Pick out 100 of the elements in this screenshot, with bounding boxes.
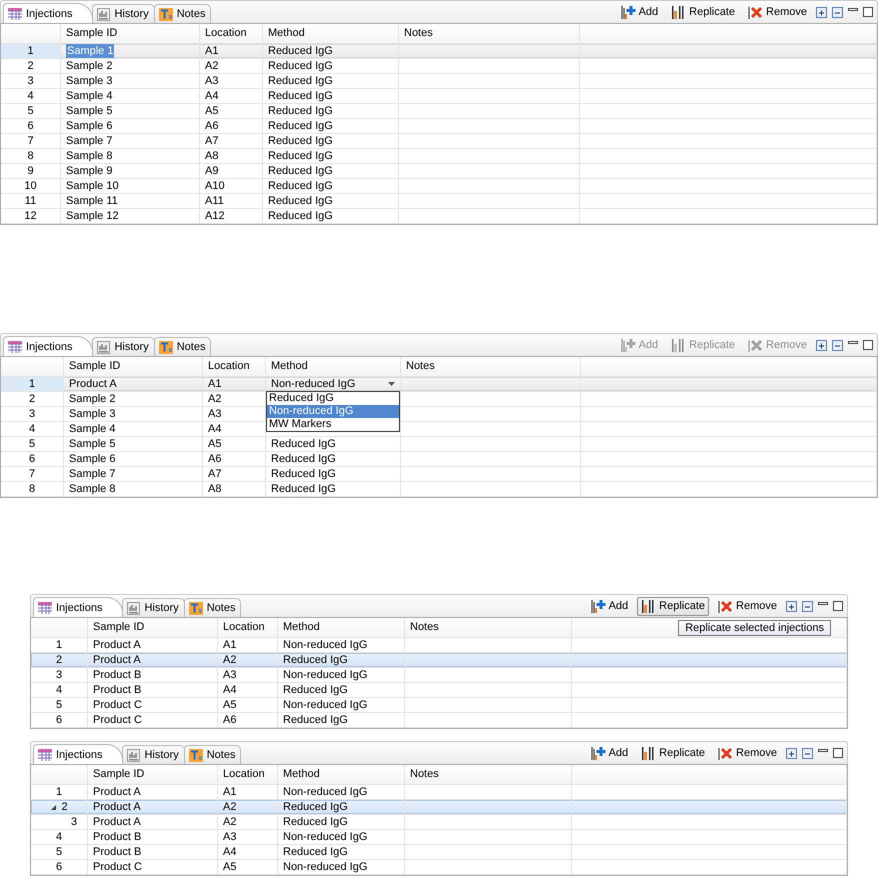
table-cell: Product B [93,830,142,844]
table-row[interactable]: 4 Product B A4 Reduced IgG [31,683,847,698]
table-row[interactable]: 9 Sample 9 A9 Reduced IgG [1,164,877,179]
maximize-icon[interactable] [863,7,873,17]
table-cell: Product A [93,815,141,829]
column-header[interactable]: Location [218,618,278,637]
table-row[interactable]: 4 Sample 4 A4 Reduced IgG [1,89,877,104]
tab[interactable]: History [92,337,155,356]
table-cell: Reduced IgG [283,845,348,859]
table-row[interactable]: 6 Sample 6 A6 Reduced IgG [1,119,877,134]
column-header[interactable]: Sample ID [88,618,218,637]
table-row[interactable]: 2 Product A A2 Reduced IgG [31,653,847,668]
table-row[interactable]: 1 Sample 1 A1 Reduced IgG [1,44,877,59]
table-cell: Sample 7 [66,134,112,148]
table-row[interactable]: 8 Sample 8 A8 Reduced IgG [1,149,877,164]
expand-all-icon[interactable] [816,6,827,18]
column-header[interactable]: Sample ID [64,357,203,376]
plus-icon [621,4,636,19]
table-row[interactable]: 6 Sample 6 A6 Reduced IgG [1,452,877,467]
tab[interactable]: History [92,4,155,23]
table-cell: A8 [208,482,222,496]
column-header[interactable]: Method [278,618,405,637]
column-header[interactable]: Method [266,357,401,376]
table-cell: Reduced IgG [283,815,348,829]
table-row[interactable]: 2 Sample 2 A2 Reduced IgG [1,59,877,74]
column-header[interactable]: Method [263,24,399,43]
add-button[interactable]: Add [586,744,632,762]
column-header[interactable]: Notes [399,24,580,43]
collapse-all-icon[interactable] [832,340,843,350]
add-button[interactable]: Add [616,2,662,22]
column-header[interactable]: Sample ID [61,24,200,43]
collapse-icon[interactable] [50,804,58,810]
row-number: 4 [27,89,34,103]
table-row[interactable]: 5 Product C A5 Non-reduced IgG [31,698,847,713]
expand-all-icon[interactable] [786,748,797,758]
collapse-all-icon[interactable] [802,600,813,612]
table-row[interactable]: 3 Product A A2 Reduced IgG [31,815,847,830]
table-cell: Product B [93,668,142,682]
table-row[interactable]: 6 Product C A6 Reduced IgG [31,713,847,728]
column-header[interactable]: Method [278,765,405,784]
table-cell: Sample 6 [69,452,116,466]
collapse-all-icon[interactable] [802,748,813,758]
bars-icon [672,6,684,18]
remove-button[interactable]: Remove [714,744,781,762]
remove-button[interactable]: Remove [714,596,781,616]
table-cell: A1 [223,785,236,799]
maximize-icon[interactable] [833,601,843,611]
table-row[interactable]: 10 Sample 10 A10 Reduced IgG [1,179,877,194]
table-row[interactable]: 2 Product A A2 Reduced IgG [31,800,847,815]
table-cell: Reduced IgG [268,44,333,58]
table-row[interactable]: 5 Product B A4 Reduced IgG [31,845,847,860]
column-header[interactable]: Notes [405,765,572,784]
maximize-icon[interactable] [833,748,843,758]
table-row[interactable]: 3 Sample 3 A3 Reduced IgG [1,74,877,89]
maximize-icon[interactable] [863,340,873,350]
table-row[interactable]: 3 Product B A3 Non-reduced IgG [31,668,847,683]
tab[interactable]: Injections [33,744,124,764]
tab[interactable]: History [122,745,185,764]
table-cell: A6 [205,119,218,133]
tab[interactable]: Notes [184,598,242,617]
table-row[interactable]: 5 Sample 5 A5 Reduced IgG [1,437,877,452]
table-row[interactable]: 12 Sample 12 A12 Reduced IgG [1,209,877,224]
table-cell: Sample 6 [66,119,112,133]
collapse-all-icon[interactable] [832,6,843,18]
tab[interactable]: History [122,598,185,617]
table-row[interactable]: 6 Product C A5 Non-reduced IgG [31,860,847,875]
column-header[interactable]: Location [200,24,263,43]
table-row[interactable]: 4 Product B A3 Non-reduced IgG [31,830,847,845]
tab[interactable]: Injections [33,597,124,617]
row-number: 4 [56,683,62,697]
add-button[interactable]: Add [586,596,632,616]
expand-all-icon[interactable] [816,340,827,350]
column-header[interactable]: Location [218,765,278,784]
column-header[interactable]: Sample ID [88,765,218,784]
tab[interactable]: Injections [3,3,94,23]
remove-button[interactable]: Remove [744,2,811,22]
tab[interactable]: Notes [154,337,212,356]
column-header[interactable]: Notes [401,357,581,376]
column-header[interactable]: Notes [405,618,572,637]
dropdown-option[interactable]: Reduced IgG [267,392,399,405]
row-number: 6 [27,119,34,133]
table-row[interactable]: 8 Sample 8 A8 Reduced IgG [1,482,877,497]
plus-icon [591,746,606,760]
replicate-button[interactable]: Replicate [667,2,740,22]
table-cell: Product A [93,653,141,667]
expand-all-icon[interactable] [786,600,797,612]
method-dropdown[interactable]: Non-reduced IgG [271,377,395,391]
dropdown-option[interactable]: Non-reduced IgG [267,405,399,418]
replicate-button[interactable]: Replicate [637,596,710,616]
tab[interactable]: Injections [3,336,94,356]
tab[interactable]: Notes [184,745,242,764]
table-row[interactable]: 7 Sample 7 A7 Reduced IgG [1,467,877,482]
column-header[interactable]: Location [203,357,266,376]
tab[interactable]: Notes [154,4,212,23]
table-row[interactable]: 11 Sample 11 A11 Reduced IgG [1,194,877,209]
table-row[interactable]: 5 Sample 5 A5 Reduced IgG [1,104,877,119]
table-row[interactable]: 7 Sample 7 A7 Reduced IgG [1,134,877,149]
replicate-button[interactable]: Replicate [637,744,710,762]
table-cell: A8 [205,149,218,163]
table-cell: Non-reduced IgG [283,668,368,682]
